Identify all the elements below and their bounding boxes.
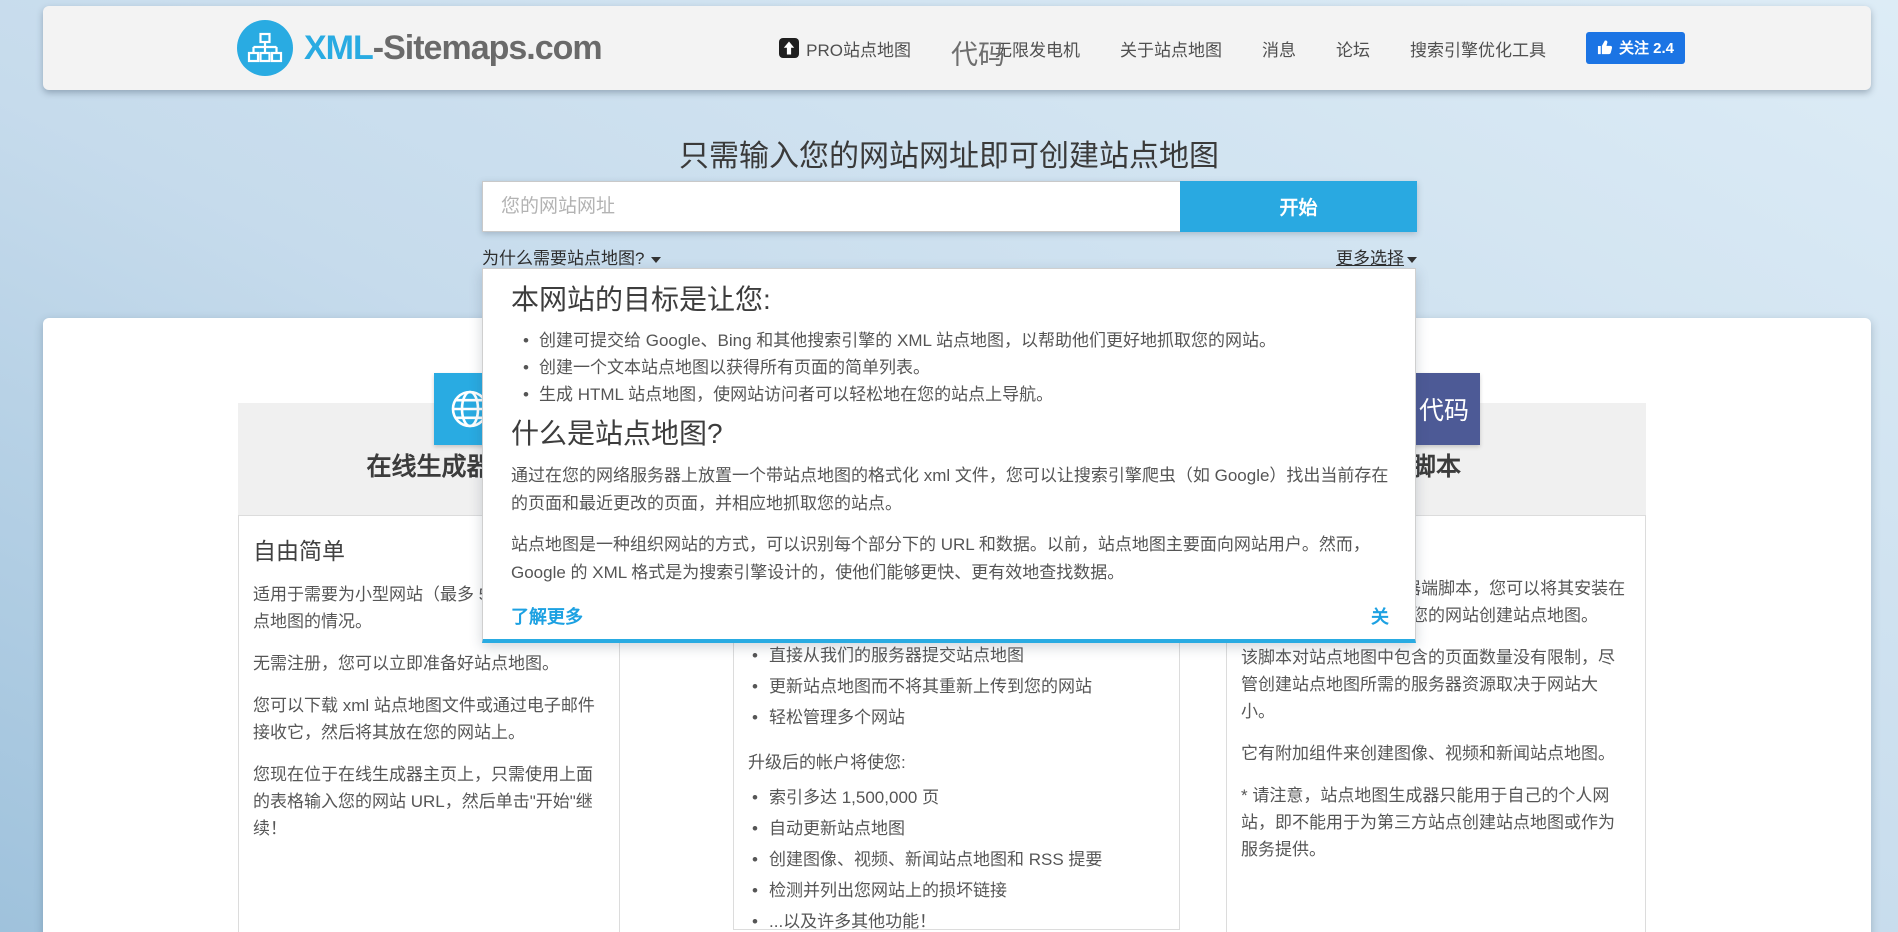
facebook-follow-label: 关注 2.4	[1619, 37, 1674, 58]
sitemap-tree-icon	[237, 20, 293, 76]
code-icon-square: 代码	[1408, 373, 1480, 445]
more-options-label: 更多选择	[1336, 249, 1404, 268]
list-item: 轻松管理多个网站	[752, 704, 1165, 731]
why-sitemap-popup: 本网站的目标是让您: 创建可提交给 Google、Bing 和其他搜索引擎的 X…	[482, 268, 1416, 643]
list-item: 检测并列出您网站上的损坏链接	[752, 877, 1165, 904]
list-item: 创建可提交给 Google、Bing 和其他搜索引擎的 XML 站点地图，以帮助…	[523, 328, 1389, 353]
nav-item-pro-sitemaps[interactable]: PRO站点地图	[779, 36, 911, 61]
logo-xml: XML	[304, 29, 373, 67]
nav-label: PRO站点地图	[806, 36, 911, 61]
nav-label: 论坛	[1336, 36, 1370, 61]
form-links-row: 为什么需要站点地图? 更多选择	[482, 244, 1417, 269]
nav-item-news[interactable]: 消息	[1262, 36, 1296, 61]
popup-goals-list: 创建可提交给 Google、Bing 和其他搜索引擎的 XML 站点地图，以帮助…	[511, 328, 1389, 407]
list-item: 创建图像、视频、新闻站点地图和 RSS 提要	[752, 846, 1165, 873]
paragraph: 无需注册，您可以立即准备好站点地图。	[253, 650, 605, 677]
paragraph: 它有附加组件来创建图像、视频和新闻站点地图。	[1241, 740, 1631, 767]
why-sitemap-link[interactable]: 为什么需要站点地图?	[482, 244, 661, 269]
list-item: 创建一个文本站点地图以获得所有页面的简单列表。	[523, 355, 1389, 380]
logo-text: XML-Sitemaps.com	[304, 29, 602, 68]
paragraph: 您现在位于在线生成器主页上，只需使用上面的表格输入您的网站 URL，然后单击"开…	[253, 761, 605, 842]
list-item: 索引多达 1,500,000 页	[752, 784, 1165, 811]
nav-item-seo-tools[interactable]: 搜索引擎优化工具	[1410, 36, 1546, 61]
page-title: 只需输入您的网站网址即可创建站点地图	[0, 131, 1898, 175]
nav-label: 关于站点地图	[1120, 36, 1222, 61]
logo-rest: -Sitemaps.com	[373, 29, 602, 67]
header-bar: XML-Sitemaps.com PRO站点地图 代码 无限发电机 关于站点地图	[43, 6, 1871, 90]
site-logo[interactable]: XML-Sitemaps.com	[237, 20, 602, 76]
pro-arrow-up-icon	[779, 38, 799, 58]
list-item: 生成 HTML 站点地图，使网站访问者可以轻松地在您的站点上导航。	[523, 382, 1389, 407]
paragraph: 该脚本对站点地图中包含的页面数量没有限制，尽管创建站点地图所需的服务器资源取决于…	[1241, 644, 1631, 725]
thumbs-up-icon	[1597, 40, 1612, 55]
sitemap-form: 开始	[482, 181, 1417, 232]
popup-goals-heading: 本网站的目标是让您:	[511, 283, 1389, 317]
facebook-follow-button[interactable]: 关注 2.4	[1586, 32, 1685, 64]
main-nav: PRO站点地图 代码 无限发电机 关于站点地图 消息 论坛 搜索引擎优化工具	[779, 29, 1685, 68]
list-item: ...以及许多其他功能！	[752, 908, 1165, 930]
more-options-link[interactable]: 更多选择	[1336, 244, 1417, 269]
code-square-label: 代码	[1419, 391, 1469, 427]
pro-feature-list: 直接从我们的服务器提交站点地图 更新站点地图而不将其重新上传到您的网站 轻松管理…	[748, 642, 1165, 731]
learn-more-link[interactable]: 了解更多	[511, 603, 583, 629]
start-button[interactable]: 开始	[1180, 181, 1417, 232]
website-url-input[interactable]	[482, 181, 1180, 232]
close-popup-link[interactable]: 关	[1371, 603, 1389, 629]
script-note: * 请注意，站点地图生成器只能用于自己的个人网站，即不能用于为第三方站点创建站点…	[1241, 782, 1631, 863]
page: XML-Sitemaps.com PRO站点地图 代码 无限发电机 关于站点地图	[0, 0, 1898, 932]
popup-footer: 了解更多 关	[511, 603, 1389, 629]
nav-item-about-sitemaps[interactable]: 关于站点地图	[1120, 36, 1222, 61]
nav-label: 无限发电机	[995, 36, 1080, 61]
upgrade-feature-list: 索引多达 1,500,000 页 自动更新站点地图 创建图像、视频、新闻站点地图…	[748, 784, 1165, 930]
nav-label: 消息	[1262, 36, 1296, 61]
nav-item-unlimited-generator[interactable]: 代码 无限发电机	[951, 29, 1080, 68]
popup-paragraph: 通过在您的网络服务器上放置一个带站点地图的格式化 xml 文件，您可以让搜索引擎…	[511, 462, 1389, 518]
upgrade-intro: 升级后的帐户将使您:	[748, 749, 1165, 776]
paragraph: 您可以下载 xml 站点地图文件或通过电子邮件接收它，然后将其放在您的网站上。	[253, 692, 605, 746]
popup-what-heading: 什么是站点地图?	[511, 417, 1389, 451]
code-overlay-text: 代码	[951, 33, 1005, 72]
nav-label: 搜索引擎优化工具	[1410, 36, 1546, 61]
popup-paragraph: 站点地图是一种组织网站的方式，可以识别每个部分下的 URL 和数据。以前，站点地…	[511, 531, 1389, 587]
list-item: 更新站点地图而不将其重新上传到您的网站	[752, 673, 1165, 700]
caret-down-icon	[1407, 257, 1417, 263]
list-item: 自动更新站点地图	[752, 815, 1165, 842]
nav-item-forum[interactable]: 论坛	[1336, 36, 1370, 61]
caret-down-icon	[651, 257, 661, 263]
list-item: 直接从我们的服务器提交站点地图	[752, 642, 1165, 669]
